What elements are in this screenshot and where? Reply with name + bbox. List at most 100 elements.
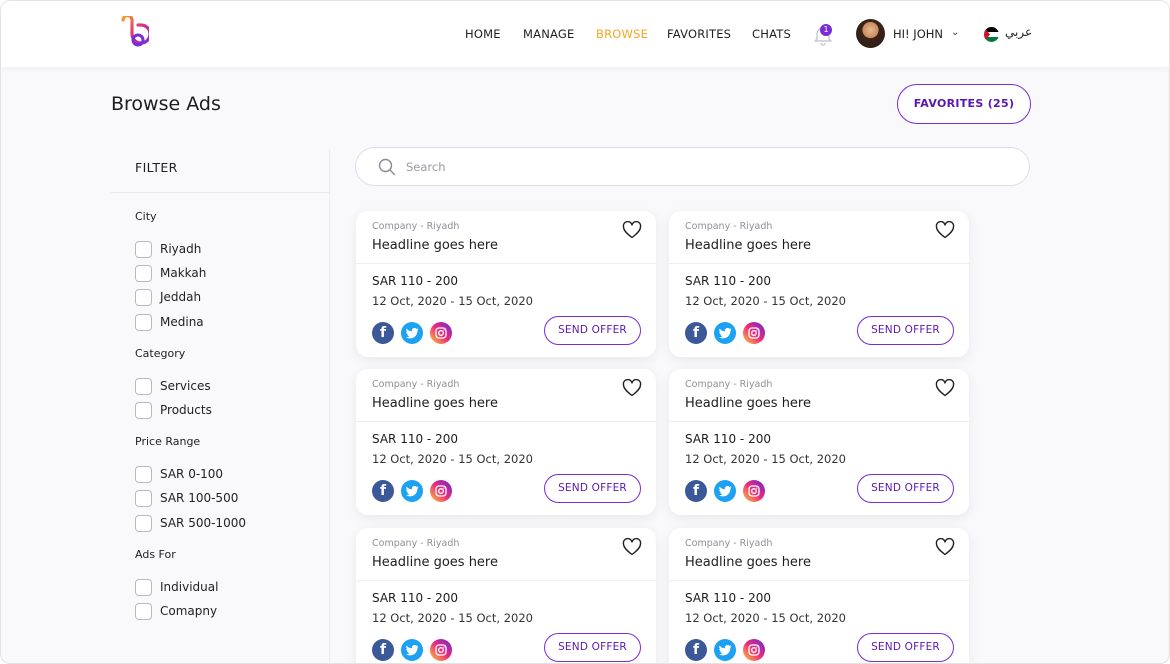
app-logo-icon[interactable] [117, 16, 149, 50]
nav-chats[interactable]: CHATS [752, 27, 791, 41]
filter-group-title-ads-for: Ads For [135, 548, 176, 561]
ad-headline[interactable]: Headline goes here [372, 396, 498, 411]
send-offer-button[interactable]: SEND OFFER [544, 633, 641, 662]
ad-headline[interactable]: Headline goes here [685, 238, 811, 253]
ad-card[interactable]: Company - Riyadh Headline goes here SAR … [356, 369, 656, 515]
ad-company: Company - Riyadh [685, 221, 773, 232]
filter-group-title-category: Category [135, 347, 186, 360]
nav-manage[interactable]: MANAGE [523, 27, 574, 41]
send-offer-button[interactable]: SEND OFFER [857, 474, 954, 503]
avatar[interactable] [856, 19, 885, 48]
ad-card[interactable]: Company - Riyadh Headline goes here SAR … [669, 211, 969, 357]
ad-headline[interactable]: Headline goes here [685, 555, 811, 570]
checkbox[interactable] [135, 489, 152, 507]
checkbox[interactable] [135, 465, 152, 483]
instagram-icon[interactable] [430, 639, 452, 661]
filter-option-individual[interactable]: Individual [135, 578, 218, 596]
send-offer-button[interactable]: SEND OFFER [857, 316, 954, 345]
filter-option-label: Services [160, 379, 211, 393]
heart-icon[interactable] [622, 538, 642, 556]
ad-dates: 12 Oct, 2020 - 15 Oct, 2020 [685, 452, 846, 466]
checkbox[interactable] [135, 514, 152, 532]
filter-option-label: Products [160, 403, 212, 417]
filter-option-sar-500-1000[interactable]: SAR 500-1000 [135, 514, 246, 532]
instagram-icon[interactable] [743, 639, 765, 661]
twitter-icon[interactable] [714, 322, 736, 344]
send-offer-button[interactable]: SEND OFFER [857, 633, 954, 662]
ad-price: SAR 110 - 200 [372, 432, 458, 446]
ad-dates: 12 Oct, 2020 - 15 Oct, 2020 [372, 611, 533, 625]
nav-browse[interactable]: BROWSE [596, 27, 648, 41]
card-divider [356, 580, 656, 581]
ad-card[interactable]: Company - Riyadh Headline goes here SAR … [669, 369, 969, 515]
filter-option-label: Comapny [160, 604, 218, 618]
nav-home[interactable]: HOME [465, 27, 501, 41]
nav-favorites[interactable]: FAVORITES [667, 27, 731, 41]
heart-icon[interactable] [935, 221, 955, 239]
ad-card[interactable]: Company - Riyadh Headline goes here SAR … [356, 211, 656, 357]
ad-company: Company - Riyadh [685, 379, 773, 390]
send-offer-button[interactable]: SEND OFFER [544, 316, 641, 345]
chevron-down-icon[interactable]: ⌄ [951, 27, 959, 38]
filter-option-company[interactable]: Comapny [135, 602, 217, 620]
heart-icon[interactable] [935, 538, 955, 556]
filter-option-services[interactable]: Services [135, 377, 211, 395]
filter-option-sar-0-100[interactable]: SAR 0-100 [135, 465, 223, 483]
ad-price: SAR 110 - 200 [685, 274, 771, 288]
card-divider [669, 263, 969, 264]
checkbox[interactable] [135, 313, 152, 331]
facebook-icon[interactable]: f [685, 322, 707, 344]
instagram-icon[interactable] [743, 480, 765, 502]
twitter-icon[interactable] [714, 639, 736, 661]
twitter-icon[interactable] [401, 322, 423, 344]
facebook-icon[interactable]: f [685, 480, 707, 502]
filter-option-products[interactable]: Products [135, 401, 212, 419]
checkbox[interactable] [135, 602, 152, 620]
heart-icon[interactable] [935, 379, 955, 397]
ad-card[interactable]: Company - Riyadh Headline goes here SAR … [356, 528, 656, 663]
search-bar[interactable] [355, 147, 1030, 186]
checkbox[interactable] [135, 377, 152, 395]
user-greeting[interactable]: HI! JOHN [893, 27, 943, 41]
search-icon [378, 158, 396, 176]
ad-dates: 12 Oct, 2020 - 15 Oct, 2020 [372, 452, 533, 466]
filter-option-riyadh[interactable]: Riyadh [135, 240, 201, 258]
facebook-icon[interactable]: f [372, 639, 394, 661]
ad-headline[interactable]: Headline goes here [372, 238, 498, 253]
ad-headline[interactable]: Headline goes here [685, 396, 811, 411]
facebook-icon[interactable]: f [685, 639, 707, 661]
ad-company: Company - Riyadh [372, 221, 460, 232]
checkbox[interactable] [135, 288, 152, 306]
ad-headline[interactable]: Headline goes here [372, 555, 498, 570]
facebook-icon[interactable]: f [372, 322, 394, 344]
twitter-icon[interactable] [401, 639, 423, 661]
checkbox[interactable] [135, 240, 152, 258]
language-switch[interactable]: عربي [1005, 25, 1032, 39]
filter-option-medina[interactable]: Medina [135, 313, 204, 331]
twitter-icon[interactable] [401, 480, 423, 502]
facebook-icon[interactable]: f [372, 480, 394, 502]
filter-option-sar-100-500[interactable]: SAR 100-500 [135, 489, 238, 507]
ad-price: SAR 110 - 200 [372, 274, 458, 288]
checkbox[interactable] [135, 401, 152, 419]
heart-icon[interactable] [622, 379, 642, 397]
instagram-icon[interactable] [743, 322, 765, 344]
checkbox[interactable] [135, 264, 152, 282]
ad-dates: 12 Oct, 2020 - 15 Oct, 2020 [685, 294, 846, 308]
twitter-icon[interactable] [714, 480, 736, 502]
card-divider [356, 421, 656, 422]
search-input[interactable] [406, 157, 1006, 177]
checkbox[interactable] [135, 578, 152, 596]
send-offer-button[interactable]: SEND OFFER [544, 474, 641, 503]
filter-option-jeddah[interactable]: Jeddah [135, 288, 201, 306]
instagram-icon[interactable] [430, 322, 452, 344]
ad-card[interactable]: Company - Riyadh Headline goes here SAR … [669, 528, 969, 663]
heart-icon[interactable] [622, 221, 642, 239]
instagram-icon[interactable] [430, 480, 452, 502]
filter-option-label: Makkah [160, 266, 207, 280]
filter-option-makkah[interactable]: Makkah [135, 264, 206, 282]
page-title: Browse Ads [111, 93, 221, 115]
filter-group-title-price-range: Price Range [135, 435, 201, 448]
favorites-button[interactable]: FAVORITES (25) [897, 84, 1031, 124]
flag-icon[interactable] [984, 27, 999, 42]
